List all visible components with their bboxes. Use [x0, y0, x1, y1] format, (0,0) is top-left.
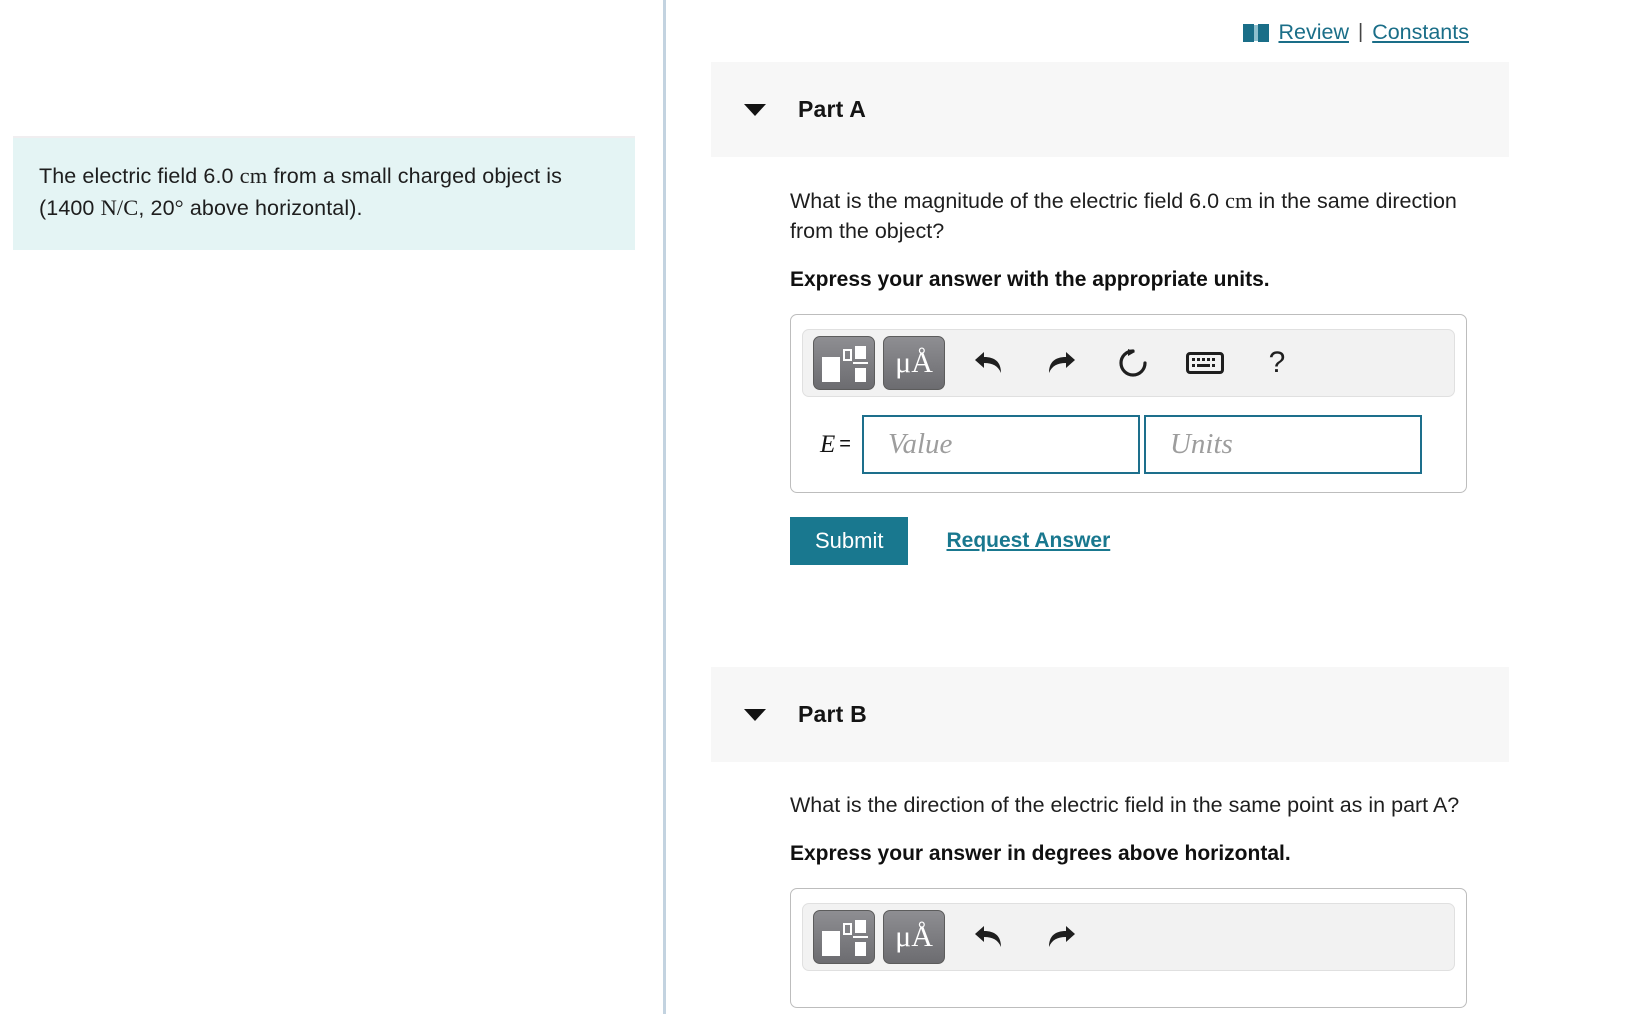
part-a-question-pre: What is the magnitude of the electric fi…: [790, 189, 1226, 213]
part-a-instruction: Express your answer with the appropriate…: [790, 268, 1270, 291]
undo-arrow-icon: [975, 352, 1001, 373]
undo-arrow-icon: [975, 926, 1001, 947]
part-b-title: Part B: [798, 701, 867, 727]
part-b-redo-button[interactable]: [1025, 910, 1097, 964]
page-root: The electric field 6.0 cm from a small c…: [0, 0, 1636, 1014]
part-a-body: What is the magnitude of the electric fi…: [790, 186, 1530, 565]
part-a-equals-sign: =: [839, 433, 851, 455]
part-b-template-icon-button[interactable]: [813, 910, 875, 964]
problem-unit-n-per-c: N/C: [100, 195, 139, 220]
template-icon-button[interactable]: [813, 336, 875, 390]
part-a-submit-row: Submit Request Answer: [790, 517, 1530, 565]
part-a-request-answer-link[interactable]: Request Answer: [946, 529, 1110, 553]
problem-unit-cm: cm: [239, 163, 268, 188]
part-b-answer-toolbar: μÅ: [802, 903, 1455, 971]
part-a-units-input[interactable]: Units: [1143, 415, 1422, 474]
part-b-body: What is the direction of the electric fi…: [790, 790, 1530, 1008]
help-question-mark-icon: ?: [1268, 346, 1286, 379]
redo-button[interactable]: [1025, 336, 1097, 390]
units-symbol-label: μÅ: [895, 346, 933, 379]
redo-arrow-icon: [1049, 926, 1075, 947]
part-a-value-input[interactable]: Value: [861, 415, 1140, 474]
left-pane: The electric field 6.0 cm from a small c…: [0, 0, 663, 1014]
part-a-answer-variable-label: E: [820, 430, 836, 458]
problem-statement-box: The electric field 6.0 cm from a small c…: [13, 136, 635, 250]
part-a-answer-row: E = Value Units: [802, 415, 1455, 474]
units-symbol-button[interactable]: μÅ: [883, 336, 945, 390]
part-a-question: What is the magnitude of the electric fi…: [790, 186, 1490, 246]
redo-arrow-icon: [1049, 352, 1075, 373]
book-icon: [1243, 23, 1270, 42]
part-a-collapse-chevron-down-icon[interactable]: [744, 103, 766, 116]
part-a-answer-toolbar: μÅ ?: [802, 329, 1455, 397]
right-pane: Review | Constants Part A What is the ma…: [666, 0, 1636, 1014]
template-icon: [822, 918, 868, 956]
part-b-units-symbol-label: μÅ: [895, 920, 933, 953]
problem-statement-text: The electric field 6.0 cm from a small c…: [39, 160, 609, 224]
part-b-collapse-chevron-down-icon[interactable]: [744, 708, 766, 721]
part-a-submit-button[interactable]: Submit: [790, 517, 909, 565]
review-link[interactable]: Review: [1278, 20, 1349, 45]
part-a-question-unit: cm: [1225, 188, 1253, 213]
part-a-title: Part A: [798, 96, 867, 122]
part-b-units-symbol-button[interactable]: μÅ: [883, 910, 945, 964]
part-a-header[interactable]: Part A: [711, 62, 1509, 157]
constants-link[interactable]: Constants: [1372, 20, 1469, 45]
part-b-undo-button[interactable]: [953, 910, 1025, 964]
part-a-units-placeholder: Units: [1169, 428, 1233, 460]
part-b-instruction: Express your answer in degrees above hor…: [790, 842, 1291, 865]
undo-button[interactable]: [953, 336, 1025, 390]
part-b-header[interactable]: Part B: [711, 667, 1509, 762]
reset-button[interactable]: [1097, 336, 1169, 390]
problem-text-part1: The electric field 6.0: [39, 164, 240, 188]
problem-text-part4: above horizontal).: [183, 196, 363, 220]
keyboard-button[interactable]: [1169, 336, 1241, 390]
reset-circle-icon: [1119, 349, 1147, 377]
degree-symbol: °: [174, 195, 184, 220]
part-b-question: What is the direction of the electric fi…: [790, 793, 1460, 817]
keyboard-icon: [1186, 352, 1224, 374]
help-button[interactable]: ?: [1241, 336, 1313, 390]
problem-text-part3: , 20: [138, 196, 175, 220]
part-b-answer-box: μÅ: [790, 888, 1467, 1008]
part-a-value-placeholder: Value: [887, 428, 953, 460]
top-links-bar: Review | Constants: [1243, 20, 1469, 45]
part-a-answer-box: μÅ ? E = Value Units: [790, 314, 1467, 493]
template-icon: [822, 344, 868, 382]
links-separator: |: [1357, 21, 1364, 43]
